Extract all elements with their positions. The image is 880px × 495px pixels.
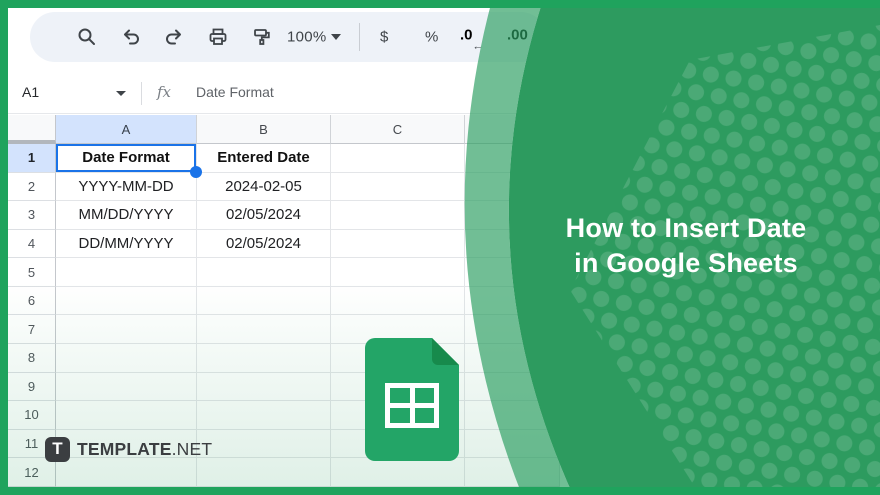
screenshot-root: 100% $ % .0 ← .00 → A1 fx Date Format ABC 1… (0, 0, 880, 495)
templatenet-logo-icon: T (45, 436, 70, 462)
cell-A1[interactable]: Date Format (56, 144, 202, 178)
formula-bar: A1 fx Date Format (8, 74, 880, 114)
sheets-icon-table-cell (414, 408, 434, 423)
row-header-2[interactable]: 2 (8, 172, 56, 202)
cell-B8[interactable] (197, 344, 331, 373)
row-header-1[interactable]: 1 (8, 144, 56, 173)
frame-border-left (0, 0, 8, 495)
cell-A6[interactable] (56, 286, 197, 316)
cell-A9[interactable] (56, 372, 197, 402)
cell-B3[interactable]: 02/05/2024 (197, 201, 331, 230)
paint-format-icon[interactable] (251, 26, 273, 48)
frame-border-top (0, 0, 880, 8)
cell-D8[interactable] (465, 344, 560, 373)
toolbar-divider (359, 23, 360, 51)
name-box-caret-icon[interactable] (116, 91, 126, 96)
cell-A7[interactable] (56, 315, 197, 345)
cell-B4[interactable]: 02/05/2024 (197, 229, 331, 259)
row-header-8[interactable]: 8 (8, 344, 56, 373)
row-header-12[interactable]: 12 (8, 458, 56, 487)
cell-D6[interactable] (465, 286, 560, 316)
logo-name: TEMPLATE (77, 438, 172, 459)
currency-format-button[interactable]: $ (380, 29, 388, 46)
formula-bar-divider (141, 82, 142, 105)
cell-D2[interactable] (465, 172, 560, 202)
search-icon[interactable] (76, 26, 98, 48)
cell-B5[interactable] (197, 258, 331, 287)
column-header-C[interactable]: C (331, 115, 465, 144)
increase-decimal-label: .00 (507, 26, 528, 43)
decrease-decimal-button[interactable]: .0 ← (460, 26, 484, 52)
cell-B1[interactable]: Entered Date (197, 144, 331, 173)
cell-B9[interactable] (197, 372, 331, 402)
column-header-B[interactable]: B (197, 115, 331, 144)
cell-C4[interactable] (331, 229, 465, 259)
fx-icon: fx (157, 83, 172, 101)
cell-A4[interactable]: DD/MM/YYYY (56, 229, 197, 259)
increase-decimal-arrow-icon: → (527, 40, 539, 52)
cell-C6[interactable] (331, 286, 465, 316)
logo-tld: .NET (171, 438, 213, 459)
column-header-D[interactable] (465, 115, 560, 144)
row-header-10[interactable]: 10 (8, 401, 56, 430)
sheets-icon-table-cell (390, 388, 410, 403)
cell-C5[interactable] (331, 258, 465, 287)
decrease-decimal-arrow-icon: ← (472, 40, 484, 52)
cell-C3[interactable] (331, 201, 465, 230)
cell-A2[interactable]: YYYY-MM-DD (56, 172, 197, 202)
row-header-4[interactable]: 4 (8, 229, 56, 259)
page-title: How to Insert Date in Google Sheets (500, 211, 872, 281)
cell-B10[interactable] (197, 401, 331, 430)
cell-D1[interactable] (465, 144, 560, 173)
spreadsheet-grid: A B C 1 Date Format Entered Date 2 YYYY-MM-DD 20… (8, 115, 560, 487)
cell-B11[interactable] (197, 429, 331, 459)
cell-A8[interactable] (56, 344, 197, 373)
name-box[interactable]: A1 (22, 84, 39, 100)
title-line-2: in Google Sheets (574, 248, 798, 278)
row-header-7[interactable]: 7 (8, 315, 56, 345)
cell-B6[interactable] (197, 286, 331, 316)
row-header-6[interactable]: 6 (8, 286, 56, 316)
cell-B2[interactable]: 2024-02-05 (197, 172, 331, 202)
cell-D12[interactable] (465, 458, 560, 487)
column-header-A[interactable]: A (56, 115, 197, 144)
cell-D11[interactable] (465, 429, 560, 459)
select-all-corner[interactable] (8, 115, 56, 144)
google-sheets-icon (365, 338, 459, 461)
row-header-3[interactable]: 3 (8, 201, 56, 230)
cell-C2[interactable] (331, 172, 465, 202)
templatenet-logo-text: TEMPLATE.NET (77, 439, 212, 460)
title-line-1: How to Insert Date (565, 213, 807, 243)
redo-icon[interactable] (163, 26, 185, 48)
cell-A3[interactable]: MM/DD/YYYY (56, 201, 197, 230)
decrease-decimal-label: .0 (460, 26, 473, 43)
zoom-level[interactable]: 100% (287, 29, 327, 46)
fill-handle[interactable] (190, 165, 202, 178)
cell-A10[interactable] (56, 401, 197, 430)
cell-D7[interactable] (465, 315, 560, 345)
cell-D9[interactable] (465, 372, 560, 402)
cell-D10[interactable] (465, 401, 560, 430)
cell-C12[interactable] (331, 458, 465, 487)
formula-input[interactable]: Date Format (196, 84, 274, 100)
undo-icon[interactable] (120, 26, 142, 48)
row-header-9[interactable]: 9 (8, 372, 56, 402)
cell-B7[interactable] (197, 315, 331, 345)
cell-A12[interactable] (56, 458, 197, 487)
sheets-icon-table (385, 383, 439, 428)
cell-C1[interactable] (331, 144, 465, 173)
print-icon[interactable] (207, 26, 229, 48)
cell-A5[interactable] (56, 258, 197, 287)
row-header-5[interactable]: 5 (8, 258, 56, 287)
sheets-icon-fold (432, 338, 459, 365)
toolbar: 100% $ % .0 ← .00 → (30, 12, 546, 62)
increase-decimal-button[interactable]: .00 → (507, 26, 539, 52)
percent-format-button[interactable]: % (425, 29, 438, 46)
zoom-caret-icon[interactable] (331, 34, 341, 40)
frame-border-bottom (0, 487, 880, 495)
cell-B12[interactable] (197, 458, 331, 487)
sheets-icon-table-cell (390, 408, 410, 423)
sheets-icon-table-cell (414, 388, 434, 403)
templatenet-logo: T TEMPLATE.NET (45, 436, 212, 462)
